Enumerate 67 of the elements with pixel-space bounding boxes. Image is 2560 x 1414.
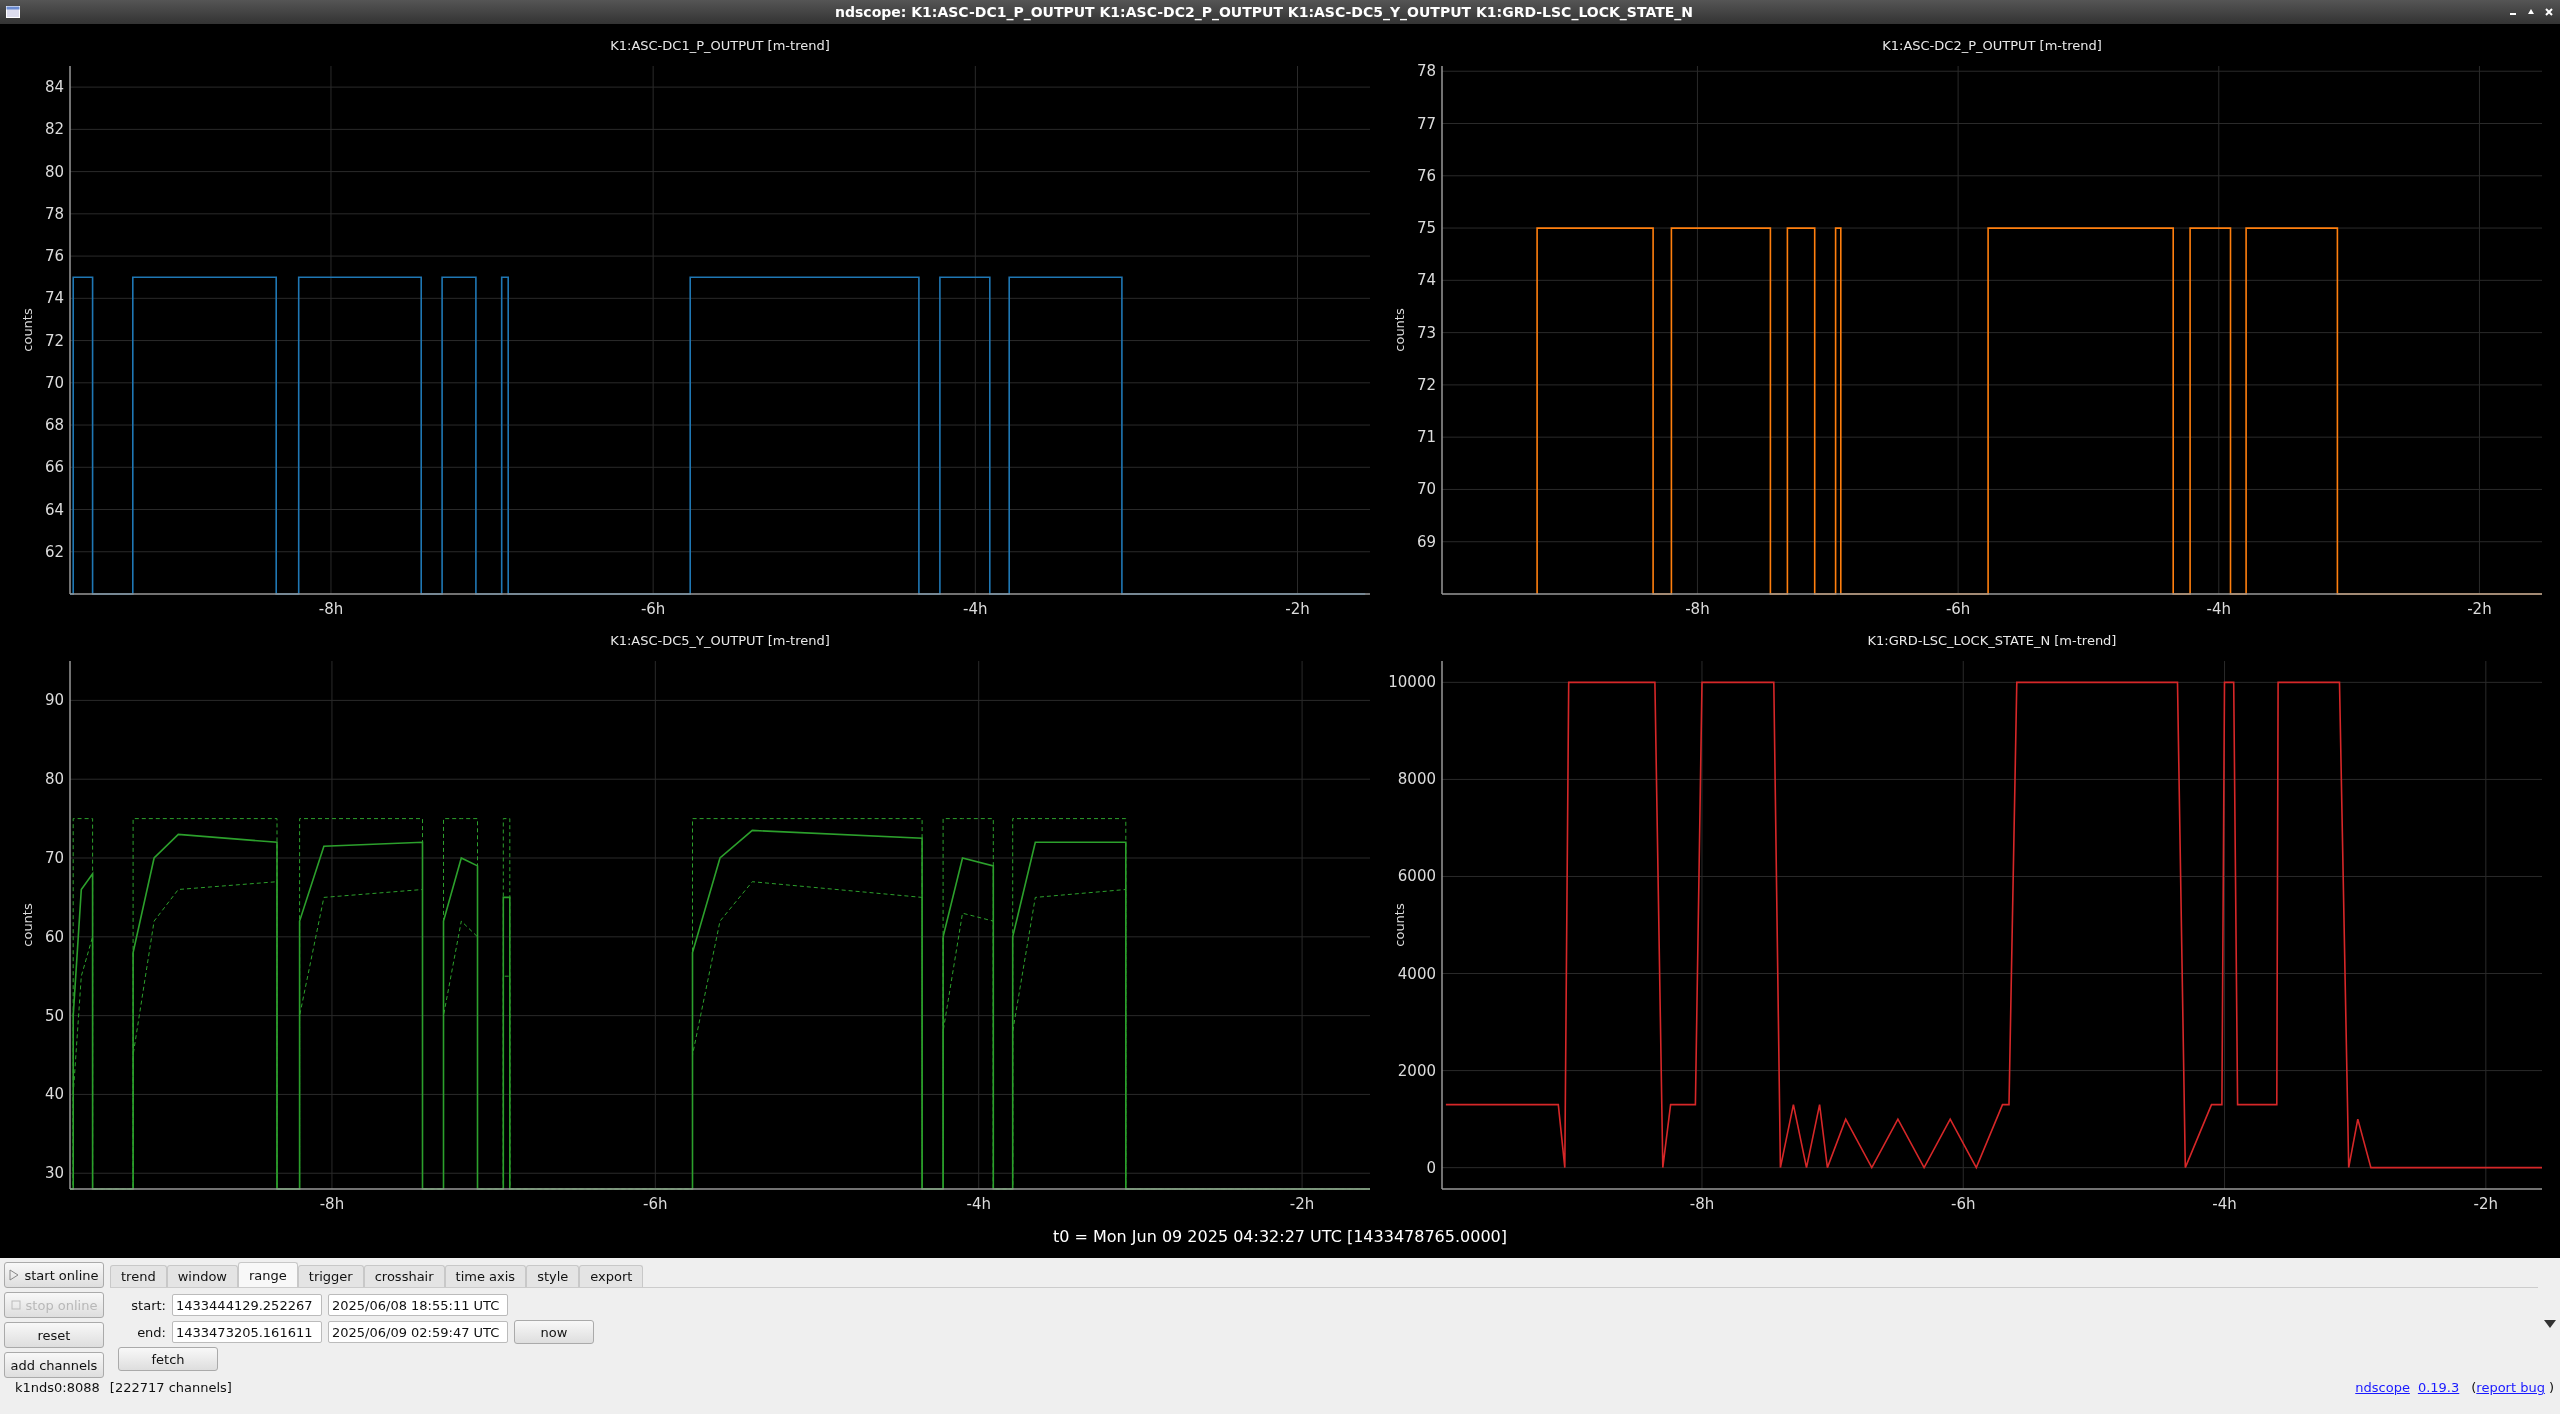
axis-tick-label: 50 [44,1006,64,1025]
axis-tick-label: -6h [1945,600,1971,618]
axis-tick-label: 70 [44,373,64,392]
window-title: ndscope: K1:ASC-DC1_P_OUTPUT K1:ASC-DC2_P_OUTPUT K1:ASC-DC5_Y_OUTPUT K1:GRD-LSC_LOCK_STATE_N [834,4,1694,20]
paren-text: ( [2471,1380,2477,1395]
paren-text: ) [2548,1380,2554,1395]
axis-tick-label: 66 [44,458,64,477]
axis-tick-label: -4h [963,600,988,618]
axis-tick-label: 62 [44,542,64,561]
axis-tick-label: 80 [44,162,64,181]
axis-tick-label: 72 [44,331,64,350]
chart-title: K1:ASC-DC1_P_OUTPUT [m-trend] [610,38,830,53]
axis-tick-label: 76 [44,247,64,266]
axis-label: counts [1392,308,1407,352]
axis-tick-label: 74 [1416,271,1436,290]
axis-tick-label: 76 [1416,166,1436,185]
axis-tick-label: 78 [44,204,64,223]
axis-tick-label: 6000 [1397,867,1436,886]
axis-tick-label: 90 [44,691,64,710]
t0-label: t0 = Mon Jun 09 2025 04:32:27 UTC [1433478765.0000] [1053,1226,1507,1246]
axis-tick-label: -6h [643,1195,668,1213]
axis-tick-label: 73 [1416,323,1436,342]
axis-tick-label: 40 [44,1085,64,1104]
axis-tick-label: 72 [1416,375,1436,394]
axis-tick-label: -2h [2473,1195,2499,1213]
axis-tick-label: 75 [1416,219,1436,238]
axis-tick-label: -8h [1685,600,1710,618]
axis-tick-label: 82 [44,120,64,139]
axis-tick-label: 74 [44,289,64,308]
axis-tick-label: 2000 [1397,1061,1436,1080]
axis-tick-label: -2h [1285,600,1310,618]
axis-tick-label: 10000 [1388,673,1436,692]
axis-tick-label: 30 [44,1164,64,1183]
axis-tick-label: 69 [1416,532,1436,551]
axis-tick-label: 64 [44,500,64,519]
axis-tick-label: -4h [966,1195,991,1213]
chart-title: K1:GRD-LSC_LOCK_STATE_N [m-trend] [1867,633,2117,648]
server-status: k1nds0:8088 [15,1380,100,1395]
axis-tick-label: 71 [1416,428,1436,447]
axis-label: counts [20,903,35,947]
chart-title: K1:ASC-DC5_Y_OUTPUT [m-trend] [610,633,830,648]
axis-tick-label: 68 [44,416,64,435]
axis-tick-label: 78 [1416,62,1436,81]
axis-tick-label: 80 [44,770,64,789]
axis-tick-label: -2h [1289,1195,1315,1213]
channel-count: [222717 channels] [109,1380,232,1395]
axis-tick-label: 84 [44,78,64,97]
axis-label: counts [1392,903,1407,947]
axis-tick-label: 70 [44,849,64,867]
axis-tick-label: 8000 [1397,770,1436,789]
axis-tick-label: -8h [318,600,344,618]
axis-tick-label: 77 [1416,114,1436,133]
axis-tick-label: -6h [1951,1195,1976,1213]
axis-label: counts [20,308,35,352]
axis-tick-label: -4h [2206,600,2231,618]
axis-tick-label: 0 [1426,1158,1436,1177]
start-label: start: [130,1297,166,1313]
axis-tick-label: -4h [2212,1195,2237,1213]
axis-tick-label: 4000 [1397,964,1436,983]
axis-tick-label: 70 [1416,480,1436,499]
axis-tick-label: 60 [44,927,64,946]
axis-tick-label: -8h [1689,1195,1715,1213]
end-label: end: [136,1324,166,1340]
axis-tick-label: -8h [319,1195,345,1213]
axis-tick-label: -6h [640,600,666,618]
chart-title: K1:ASC-DC2_P_OUTPUT [m-trend] [1882,38,2102,53]
axis-tick-label: -2h [2467,600,2492,618]
